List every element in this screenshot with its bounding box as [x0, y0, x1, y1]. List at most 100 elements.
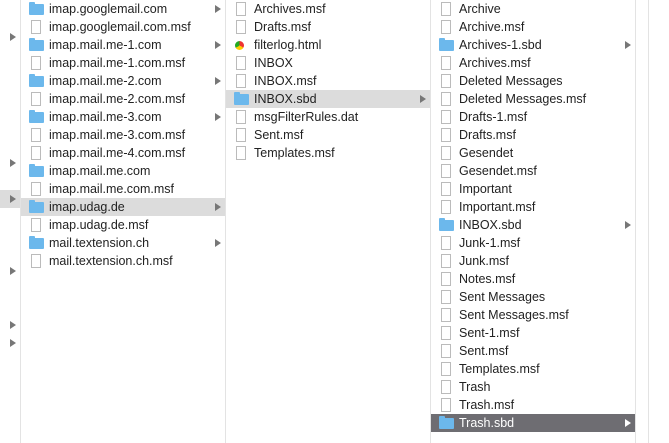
item-label: Notes.msf — [459, 272, 516, 286]
file-icon — [441, 92, 451, 106]
item-label: imap.mail.me-2.com.msf — [49, 92, 186, 106]
list-item[interactable]: Junk-1.msf — [431, 234, 635, 252]
item-label: imap.googlemail.com.msf — [49, 20, 191, 34]
disclosure-arrow-icon[interactable] — [10, 33, 16, 41]
list-item[interactable]: Deleted Messages.msf — [431, 90, 635, 108]
list-item[interactable]: imap.mail.me-4.com.msf — [21, 144, 225, 162]
list-item[interactable]: Trash.msf — [431, 396, 635, 414]
list-item[interactable]: Drafts.msf — [226, 18, 430, 36]
list-item[interactable]: imap.mail.me-2.com — [21, 72, 225, 90]
list-item[interactable]: Archives.msf — [226, 0, 430, 18]
item-label: Archive — [459, 2, 501, 16]
list-item[interactable]: imap.mail.me.com — [21, 162, 225, 180]
disclosure-arrow-icon — [625, 419, 631, 427]
disclosure-arrow-icon[interactable] — [10, 339, 16, 347]
disclosure-arrow-icon[interactable] — [10, 195, 16, 203]
item-label: Drafts.msf — [459, 128, 516, 142]
file-icon — [441, 128, 451, 142]
list-item[interactable]: Sent-1.msf — [431, 324, 635, 342]
list-item[interactable]: Drafts-1.msf — [431, 108, 635, 126]
file-icon — [31, 182, 41, 196]
file-icon — [236, 146, 246, 160]
list-item[interactable]: Important — [431, 180, 635, 198]
list-item[interactable]: INBOX.sbd — [431, 216, 635, 234]
disclosure-arrow-icon[interactable] — [10, 321, 16, 329]
list-item[interactable]: Drafts.msf — [431, 126, 635, 144]
list-item[interactable]: Sent.msf — [431, 342, 635, 360]
disclosure-arrow-icon — [215, 113, 221, 121]
folder-icon — [29, 236, 44, 249]
item-label: filterlog.html — [254, 38, 322, 52]
file-icon — [31, 254, 41, 268]
folder-icon — [439, 38, 454, 51]
file-icon — [236, 20, 246, 34]
list-item[interactable]: Trash — [431, 378, 635, 396]
list-item[interactable]: Templates.msf — [431, 360, 635, 378]
item-label: mail.textension.ch.msf — [49, 254, 173, 268]
item-label: INBOX.msf — [254, 74, 317, 88]
list-item[interactable]: Gesendet — [431, 144, 635, 162]
file-icon — [441, 290, 451, 304]
disclosure-arrow-icon — [625, 41, 631, 49]
list-item[interactable]: Sent Messages.msf — [431, 306, 635, 324]
list-item[interactable]: Sent Messages — [431, 288, 635, 306]
disclosure-arrow-icon[interactable] — [10, 267, 16, 275]
file-icon — [31, 146, 41, 160]
list-item[interactable]: msgFilterRules.dat — [226, 108, 430, 126]
list-item[interactable]: imap.googlemail.com — [21, 0, 225, 18]
list-item[interactable]: Gesendet.msf — [431, 162, 635, 180]
list-item[interactable]: Archives-1.sbd — [431, 36, 635, 54]
list-item[interactable]: Notes.msf — [431, 270, 635, 288]
folder-icon — [234, 92, 249, 105]
folder-icon — [29, 164, 44, 177]
folder-icon — [439, 416, 454, 429]
disclosure-arrow-icon[interactable] — [10, 159, 16, 167]
list-item[interactable]: Important.msf — [431, 198, 635, 216]
list-item[interactable]: imap.mail.me-1.com.msf — [21, 54, 225, 72]
file-icon — [441, 56, 451, 70]
list-item[interactable]: Junk.msf — [431, 252, 635, 270]
list-item[interactable]: INBOX — [226, 54, 430, 72]
list-item[interactable]: filterlog.html — [226, 36, 430, 54]
file-icon — [441, 344, 451, 358]
list-item[interactable]: imap.mail.me-3.com — [21, 108, 225, 126]
list-item[interactable]: imap.udag.de — [21, 198, 225, 216]
column-1: imap.googlemail.com imap.googlemail.com.m… — [21, 0, 226, 443]
list-item[interactable]: Trash.sbd — [431, 414, 635, 432]
list-item[interactable]: imap.googlemail.com.msf — [21, 18, 225, 36]
list-item[interactable]: Templates.msf — [226, 144, 430, 162]
list-item[interactable]: imap.mail.me.com.msf — [21, 180, 225, 198]
item-label: Gesendet — [459, 146, 514, 160]
list-item[interactable]: INBOX.msf — [226, 72, 430, 90]
list-item[interactable]: Deleted Messages — [431, 72, 635, 90]
folder-icon — [29, 110, 44, 123]
item-label: Sent Messages — [459, 290, 546, 304]
list-item[interactable]: imap.mail.me-3.com.msf — [21, 126, 225, 144]
item-label: imap.udag.de.msf — [49, 218, 149, 232]
file-icon — [441, 308, 451, 322]
list-item[interactable]: INBOX.sbd — [226, 90, 430, 108]
list-item[interactable]: mail.textension.ch — [21, 234, 225, 252]
disclosure-arrow-icon — [625, 221, 631, 229]
item-label: Important — [459, 182, 512, 196]
file-icon — [236, 128, 246, 142]
list-item[interactable]: imap.udag.de.msf — [21, 216, 225, 234]
file-icon — [31, 56, 41, 70]
list-item[interactable]: Archives.msf — [431, 54, 635, 72]
list-item[interactable]: mail.textension.ch.msf — [21, 252, 225, 270]
file-icon — [441, 182, 451, 196]
folder-icon — [439, 218, 454, 231]
file-icon — [441, 398, 451, 412]
list-item[interactable]: imap.mail.me-1.com — [21, 36, 225, 54]
file-icon — [31, 20, 41, 34]
list-item[interactable]: Archive — [431, 0, 635, 18]
file-icon — [236, 2, 246, 16]
disclosure-arrow-icon — [215, 77, 221, 85]
list-item[interactable]: Sent.msf — [226, 126, 430, 144]
list-item[interactable]: imap.mail.me-2.com.msf — [21, 90, 225, 108]
list-item[interactable]: Archive.msf — [431, 18, 635, 36]
file-icon — [441, 254, 451, 268]
disclosure-arrow-icon — [215, 239, 221, 247]
item-label: Archives.msf — [459, 56, 531, 70]
file-icon — [441, 164, 451, 178]
